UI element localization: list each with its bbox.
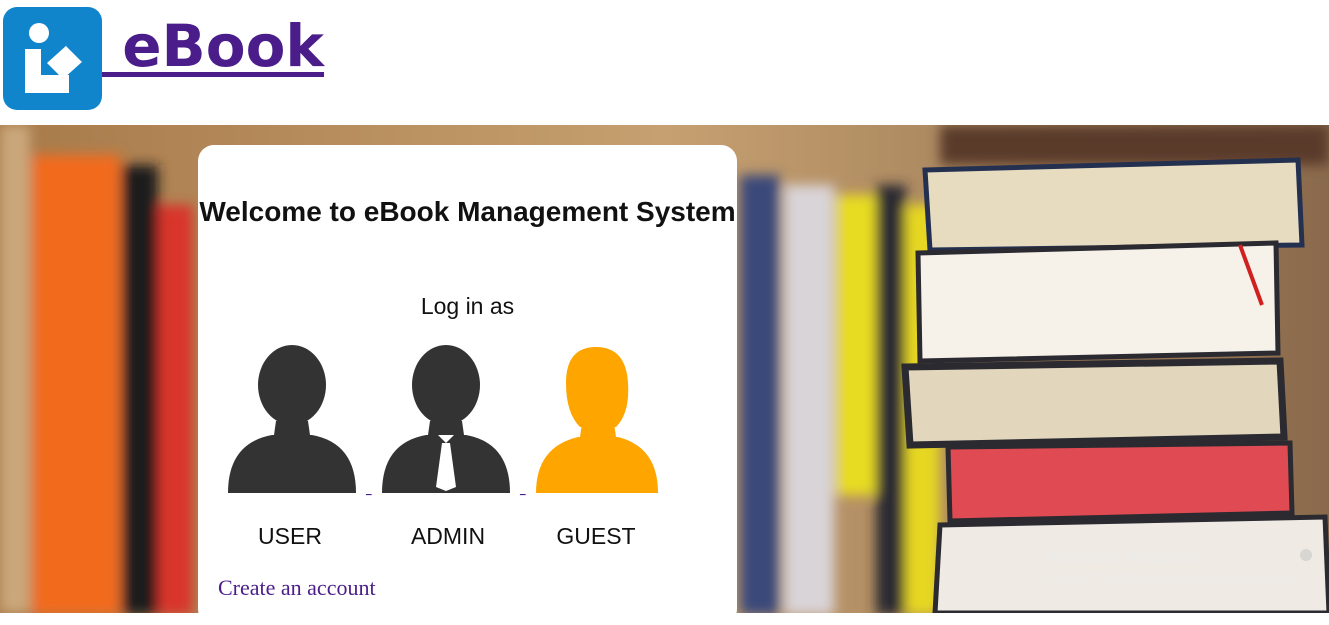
page-title: Welcome to eBook Management System	[199, 196, 736, 227]
user-silhouette-icon	[228, 343, 229, 344]
watermark-subtitle: Go to PC settings to activate Windows.	[1044, 572, 1297, 587]
header: eBook	[0, 0, 1329, 125]
user-login-button[interactable]	[228, 343, 358, 493]
login-card: Welcome to eBook Management System Log i…	[198, 145, 737, 625]
admin-tie-icon	[382, 343, 383, 344]
close-icon	[1300, 549, 1312, 561]
activate-windows-watermark: Activate Windows Go to PC settings to ac…	[1044, 547, 1296, 587]
user-role-label[interactable]: USER	[220, 523, 360, 550]
user-link-dot[interactable]: _	[366, 485, 372, 496]
watermark-title: Activate Windows	[1044, 547, 1204, 568]
admin-role-label[interactable]: ADMIN	[378, 523, 518, 550]
reader-book-icon[interactable]	[3, 7, 102, 110]
create-account-link[interactable]: Create an account	[218, 575, 376, 601]
guest-role-label[interactable]: GUEST	[526, 523, 666, 550]
login-as-label: Log in as	[420, 293, 515, 319]
guest-silhouette-icon	[536, 343, 537, 344]
admin-link-dot[interactable]: _	[520, 485, 526, 496]
admin-login-button[interactable]	[382, 343, 512, 493]
brand-title[interactable]: eBook	[102, 6, 324, 86]
guest-login-button[interactable]	[536, 343, 666, 493]
